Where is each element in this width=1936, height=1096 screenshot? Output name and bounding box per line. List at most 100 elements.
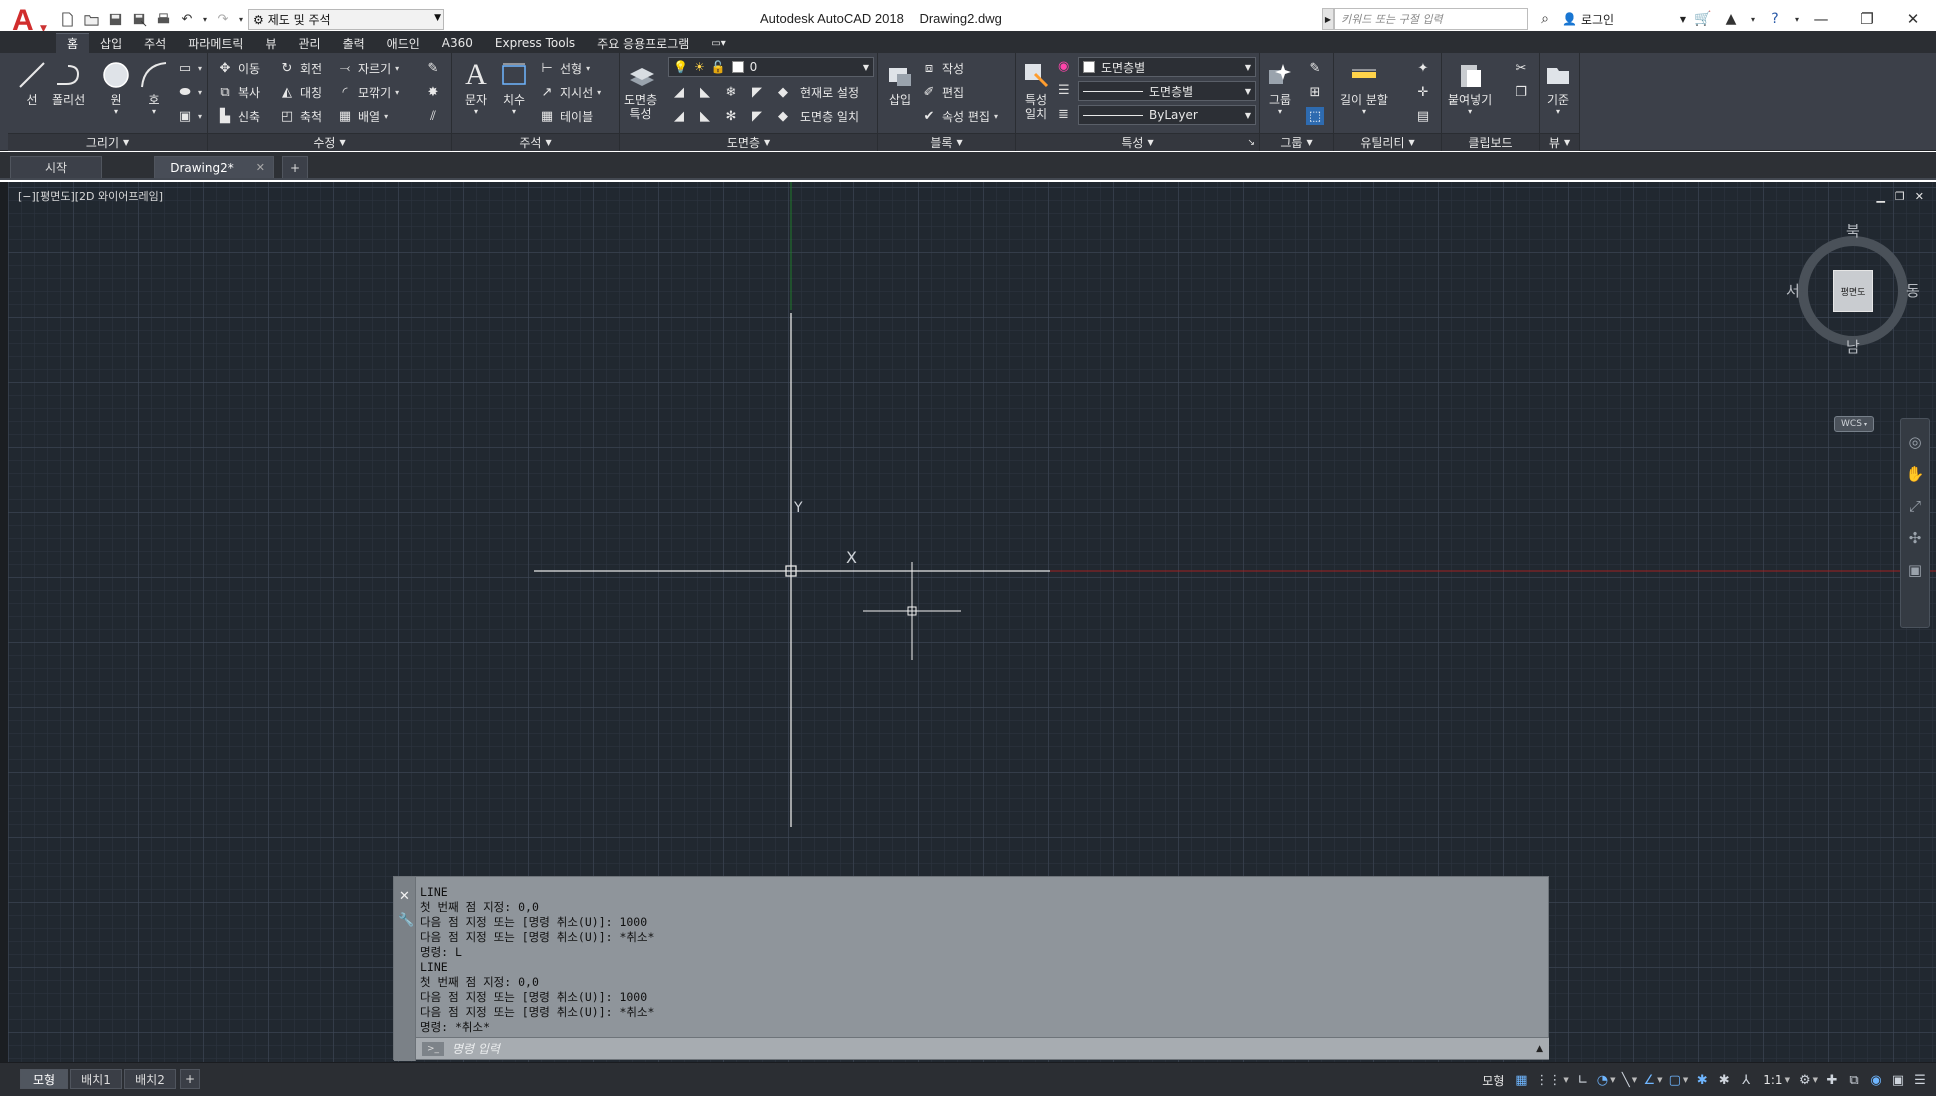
redo-icon[interactable]: ↷ <box>212 8 234 30</box>
command-input[interactable]: >_ 명령 입력 ▲ <box>416 1037 1549 1059</box>
command-prompt-icon[interactable]: >_ <box>422 1041 444 1056</box>
showmotion-icon[interactable]: ▣ <box>1906 561 1924 579</box>
panel-modify-title[interactable]: 수정 ▼ <box>208 133 451 151</box>
tab-output[interactable]: 출력 <box>332 33 376 53</box>
auto-scale-icon[interactable]: ✱ <box>1714 1069 1734 1091</box>
hardware-acceleration-icon[interactable]: ◉ <box>1866 1069 1886 1091</box>
polar-tracking-icon[interactable]: ◔ ▼ <box>1595 1069 1618 1091</box>
arc-button[interactable]: 호 ▾ <box>138 59 170 116</box>
copy-clip-button[interactable]: ❐ <box>1512 81 1530 103</box>
layout-tab-model[interactable]: 모형 <box>20 1069 68 1089</box>
model-space-toggle[interactable]: 모형 <box>1477 1069 1509 1091</box>
annotation-visibility-icon[interactable]: ✱ <box>1692 1069 1712 1091</box>
chevron-down-icon[interactable]: ▾ <box>236 8 246 30</box>
chevron-down-icon[interactable]: ▾ <box>512 107 516 116</box>
minimize-viewport-icon[interactable]: ▁ <box>1876 190 1884 203</box>
restore-viewport-icon[interactable]: ❐ <box>1895 190 1905 203</box>
workspace-select[interactable]: ⚙ 제도 및 주석 ▼ <box>248 9 444 30</box>
tab-parametric[interactable]: 파라메트릭 <box>177 33 254 53</box>
tab-addins[interactable]: 애드인 <box>376 33 431 53</box>
open-folder-icon[interactable] <box>80 8 102 30</box>
rectangle-button[interactable]: ▭ ▾ <box>176 57 202 79</box>
hatch-button[interactable]: ⬬ ▾ <box>176 81 202 103</box>
table-button[interactable]: ▦ 테이블 <box>538 105 593 127</box>
undo-icon[interactable]: ↶ <box>176 8 198 30</box>
mirror-button[interactable]: ◭ 대칭 <box>278 81 322 103</box>
measure-button[interactable]: 길이 분할 ▾ <box>1340 59 1388 116</box>
binoculars-icon[interactable]: ⌕ <box>1534 8 1556 30</box>
boundary-button[interactable]: ▣ ▾ <box>176 105 202 127</box>
color-dropdown[interactable]: 도면층별 ▼ <box>1078 57 1256 77</box>
chevron-down-icon[interactable]: ▾ <box>200 8 210 30</box>
linear-dim-button[interactable]: ⊢ 선형 ▾ <box>538 57 590 79</box>
save-as-icon[interactable] <box>128 8 150 30</box>
edit-attributes-button[interactable]: ✔ 속성 편집 ▾ <box>920 105 998 127</box>
save-icon[interactable] <box>104 8 126 30</box>
panel-clipboard-title[interactable]: 클립보드 <box>1442 133 1539 151</box>
add-layout-button[interactable]: + <box>180 1069 200 1089</box>
cart-icon[interactable]: 🛒 <box>1692 8 1714 30</box>
text-button[interactable]: A 문자 ▾ <box>460 58 492 116</box>
new-tab-button[interactable]: + <box>282 156 308 178</box>
polyline-button[interactable]: 폴리선 <box>52 59 85 107</box>
erase-button[interactable]: ✎ <box>424 57 442 79</box>
close-viewport-icon[interactable]: ✕ <box>1915 190 1924 203</box>
match-properties-button[interactable]: 특성 일치 <box>1020 59 1052 121</box>
panel-groups-title[interactable]: 그룹 ▼ <box>1260 133 1333 151</box>
array-button[interactable]: ▦ 배열 ▾ <box>336 105 388 127</box>
cut-button[interactable]: ✂ <box>1512 57 1530 79</box>
ortho-icon[interactable]: ∟ <box>1573 1069 1593 1091</box>
base-view-button[interactable]: 기준 ▾ <box>1542 59 1574 116</box>
tab-manage[interactable]: 관리 <box>287 33 331 53</box>
edit-block-button[interactable]: ✐ 편집 <box>920 81 965 103</box>
dimension-button[interactable]: 치수 ▾ <box>498 59 530 116</box>
compass-west[interactable]: 서 <box>1786 280 1800 301</box>
trim-button[interactable]: ⤙ 자르기 ▾ <box>336 57 399 79</box>
panel-utilities-title[interactable]: 유틸리티 ▼ <box>1334 133 1441 151</box>
tab-view[interactable]: 뷰 <box>254 33 287 53</box>
panel-layers-title[interactable]: 도면층 ▼ <box>620 133 877 151</box>
group-edit-button[interactable]: ⊞ <box>1306 81 1324 103</box>
chevron-up-icon[interactable]: ▲ <box>1536 1044 1543 1054</box>
customization-menu-icon[interactable]: ☰ <box>1910 1069 1930 1091</box>
zoom-extents-icon[interactable]: ⤢ <box>1906 497 1924 515</box>
object-snap-tracking-icon[interactable]: ∠ ▼ <box>1642 1069 1665 1091</box>
layer-dropdown[interactable]: 💡 ☀ 🔓 0 ▼ <box>668 57 874 77</box>
layer-properties-button[interactable]: 도면층 특성 <box>624 59 657 121</box>
units-icon[interactable]: ⧉ <box>1844 1069 1864 1091</box>
steering-wheel-icon[interactable]: ◎ <box>1906 433 1924 451</box>
copy-button[interactable]: ⧉ 복사 <box>216 81 260 103</box>
insert-block-button[interactable]: 삽입 <box>884 59 916 107</box>
panel-draw-title[interactable]: 그리기 ▼ <box>8 133 207 151</box>
panel-block-title[interactable]: 블록 ▼ <box>878 133 1015 151</box>
tab-express-tools[interactable]: Express Tools <box>484 33 586 53</box>
explode-button[interactable]: ✸ <box>424 81 442 103</box>
help-icon[interactable]: ? <box>1764 8 1786 30</box>
annotation-scale-icon[interactable]: ⅄ <box>1736 1069 1756 1091</box>
chevron-down-icon[interactable]: ▾ <box>114 107 118 116</box>
stretch-button[interactable]: ▙ 신축 <box>216 105 260 127</box>
chevron-down-icon[interactable]: ▾ <box>1278 107 1282 116</box>
group-button[interactable]: 그룹 ▾ <box>1264 59 1296 116</box>
offset-button[interactable]: ⫽ <box>424 105 442 127</box>
chevron-down-icon[interactable]: ▾ <box>152 107 156 116</box>
panel-properties-title[interactable]: 특성 ▼ ↘ <box>1016 133 1259 151</box>
tab-annotate[interactable]: 주석 <box>133 33 177 53</box>
paste-button[interactable]: 붙여넣기 ▾ <box>1448 59 1492 116</box>
viewcube[interactable]: 평면도 북 남 서 동 WCS ▾ <box>1786 222 1920 432</box>
tab-drawing2[interactable]: Drawing2* ✕ <box>154 156 274 178</box>
ribbon-options-button[interactable]: ▭▾ <box>700 33 736 53</box>
compass-east[interactable]: 동 <box>1906 280 1920 301</box>
scale-button[interactable]: ◰ 축척 <box>278 105 322 127</box>
workspace-gear-icon[interactable]: ⚙ ▼ <box>1797 1069 1820 1091</box>
annotation-monitor-icon[interactable]: ✚ <box>1822 1069 1842 1091</box>
tab-home[interactable]: 홈 <box>56 33 90 53</box>
tab-featured-apps[interactable]: 주요 응용프로그램 <box>586 33 700 53</box>
circle-button[interactable]: 원 ▾ <box>100 59 132 116</box>
autodesk-a360-icon[interactable]: ▲ <box>1720 8 1742 30</box>
chevron-down-icon[interactable]: ▾ <box>474 107 478 116</box>
search-input[interactable]: 키워드 또는 구절 입력 <box>1334 8 1528 30</box>
create-block-button[interactable]: ⧈ 작성 <box>920 57 964 79</box>
layout-tab-layout1[interactable]: 배치1 <box>70 1069 122 1089</box>
wrench-icon[interactable]: 🔧 <box>398 913 414 928</box>
